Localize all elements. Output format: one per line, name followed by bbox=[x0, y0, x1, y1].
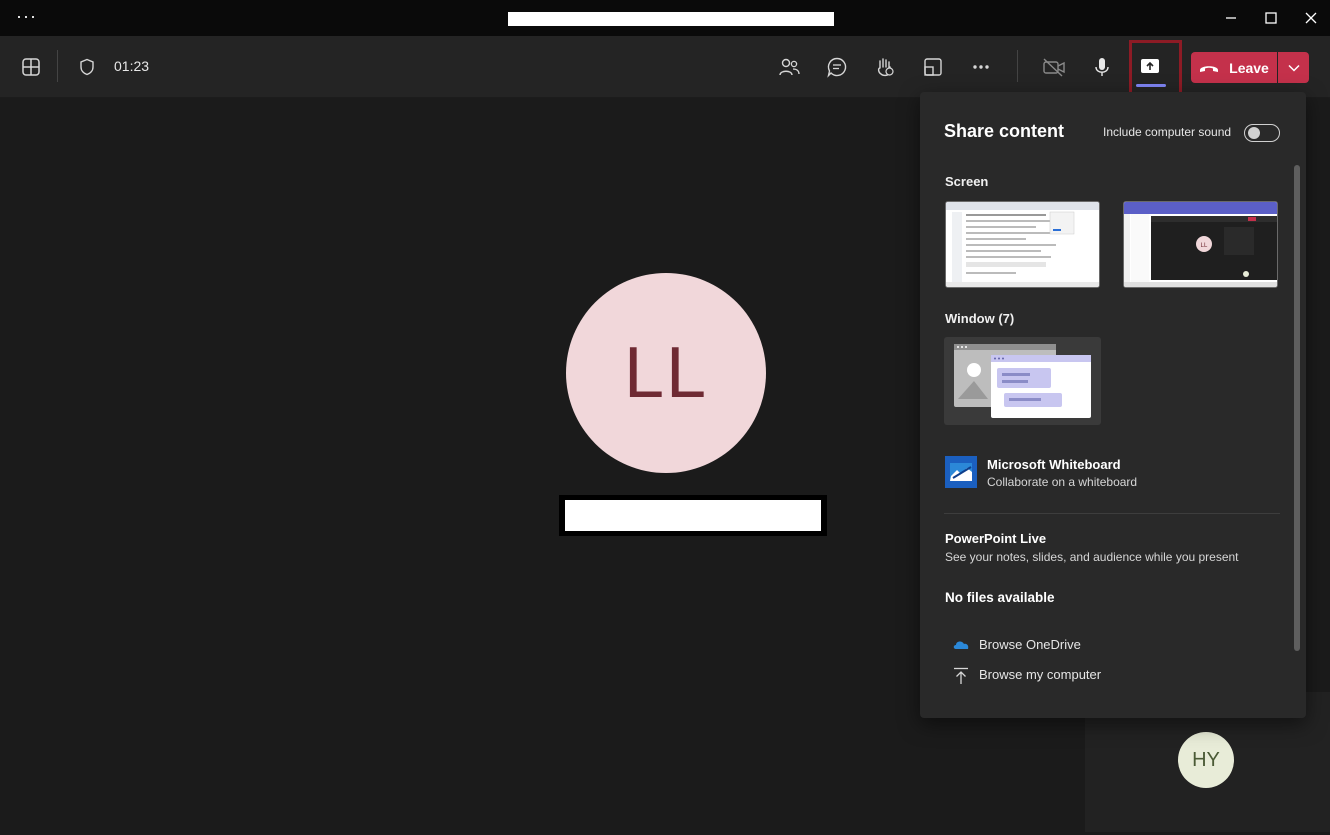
include-sound-toggle[interactable] bbox=[1244, 124, 1280, 142]
self-avatar: HY bbox=[1178, 732, 1234, 788]
participant-avatar: LL bbox=[566, 273, 766, 473]
onedrive-icon bbox=[953, 641, 969, 649]
self-initials: HY bbox=[1192, 748, 1220, 771]
microphone-button[interactable] bbox=[1082, 36, 1122, 97]
share-content-panel: Share content Include computer sound Scr… bbox=[920, 92, 1306, 718]
browse-onedrive-label: Browse OneDrive bbox=[979, 637, 1081, 652]
window-title-redacted bbox=[508, 12, 834, 26]
people-button[interactable] bbox=[769, 36, 809, 97]
chat-button[interactable] bbox=[817, 36, 857, 97]
close-button[interactable] bbox=[1288, 0, 1330, 36]
breakout-rooms-icon bbox=[924, 57, 942, 76]
toolbar-divider bbox=[57, 50, 58, 82]
layout-button[interactable] bbox=[11, 36, 51, 97]
whiteboard-icon bbox=[945, 456, 977, 488]
react-button[interactable] bbox=[865, 36, 905, 97]
chat-icon bbox=[827, 57, 847, 78]
more-options-icon[interactable]: ··· bbox=[16, 6, 37, 27]
powerpoint-live-title: PowerPoint Live bbox=[945, 531, 1047, 546]
leave-label: Leave bbox=[1229, 59, 1269, 76]
chevron-down-icon bbox=[1287, 64, 1300, 72]
include-sound-label: Include computer sound bbox=[1103, 125, 1232, 139]
browse-computer-link[interactable]: Browse my computer bbox=[950, 664, 1170, 686]
meeting-info-button[interactable] bbox=[67, 36, 107, 97]
powerpoint-live-subtitle: See your notes, slides, and audience whi… bbox=[945, 550, 1239, 564]
participant-name-redacted bbox=[559, 495, 827, 536]
whiteboard-title: Microsoft Whiteboard bbox=[987, 457, 1121, 472]
screen-section-heading: Screen bbox=[945, 174, 989, 189]
no-files-label: No files available bbox=[945, 590, 1055, 605]
more-actions-button[interactable] bbox=[961, 36, 1001, 97]
screen-2-thumbnail[interactable]: LL bbox=[1123, 201, 1278, 288]
toolbar-divider bbox=[1017, 50, 1018, 82]
share-screen-icon bbox=[1141, 58, 1159, 73]
meeting-toolbar: 01:23 Leave bbox=[0, 36, 1330, 98]
upload-icon bbox=[954, 667, 968, 684]
raise-hand-icon bbox=[877, 57, 894, 76]
camera-off-icon bbox=[1043, 57, 1065, 77]
share-content-button[interactable] bbox=[1130, 36, 1170, 97]
grid-layout-icon bbox=[22, 57, 40, 76]
share-active-indicator bbox=[1136, 84, 1166, 87]
window-picker-tile[interactable] bbox=[944, 337, 1101, 425]
browse-onedrive-link[interactable]: Browse OneDrive bbox=[950, 634, 1150, 656]
whiteboard-subtitle: Collaborate on a whiteboard bbox=[987, 475, 1138, 489]
leave-button[interactable]: Leave bbox=[1191, 52, 1277, 83]
ellipsis-icon bbox=[973, 64, 989, 69]
whiteboard-option[interactable]: Microsoft Whiteboard Collaborate on a wh… bbox=[944, 455, 1284, 489]
browse-computer-label: Browse my computer bbox=[979, 667, 1102, 682]
windows-illustration-icon bbox=[954, 344, 1091, 418]
panel-divider bbox=[944, 513, 1280, 514]
panel-title: Share content bbox=[944, 121, 1065, 141]
people-icon bbox=[779, 58, 800, 75]
svg-text:LL: LL bbox=[1201, 243, 1208, 249]
camera-button[interactable] bbox=[1034, 36, 1074, 97]
shield-icon bbox=[80, 58, 94, 75]
title-bar: ··· bbox=[0, 0, 1330, 36]
participant-initials: LL bbox=[623, 333, 709, 413]
meeting-timer: 01:23 bbox=[114, 58, 150, 74]
rooms-button[interactable] bbox=[913, 36, 953, 97]
leave-options-button[interactable] bbox=[1278, 52, 1309, 83]
microphone-icon bbox=[1095, 57, 1109, 76]
window-section-heading: Window (7) bbox=[945, 311, 1015, 326]
screen-1-thumbnail[interactable] bbox=[945, 201, 1100, 288]
panel-scrollbar[interactable] bbox=[1294, 165, 1300, 651]
hang-up-icon bbox=[1200, 65, 1219, 72]
